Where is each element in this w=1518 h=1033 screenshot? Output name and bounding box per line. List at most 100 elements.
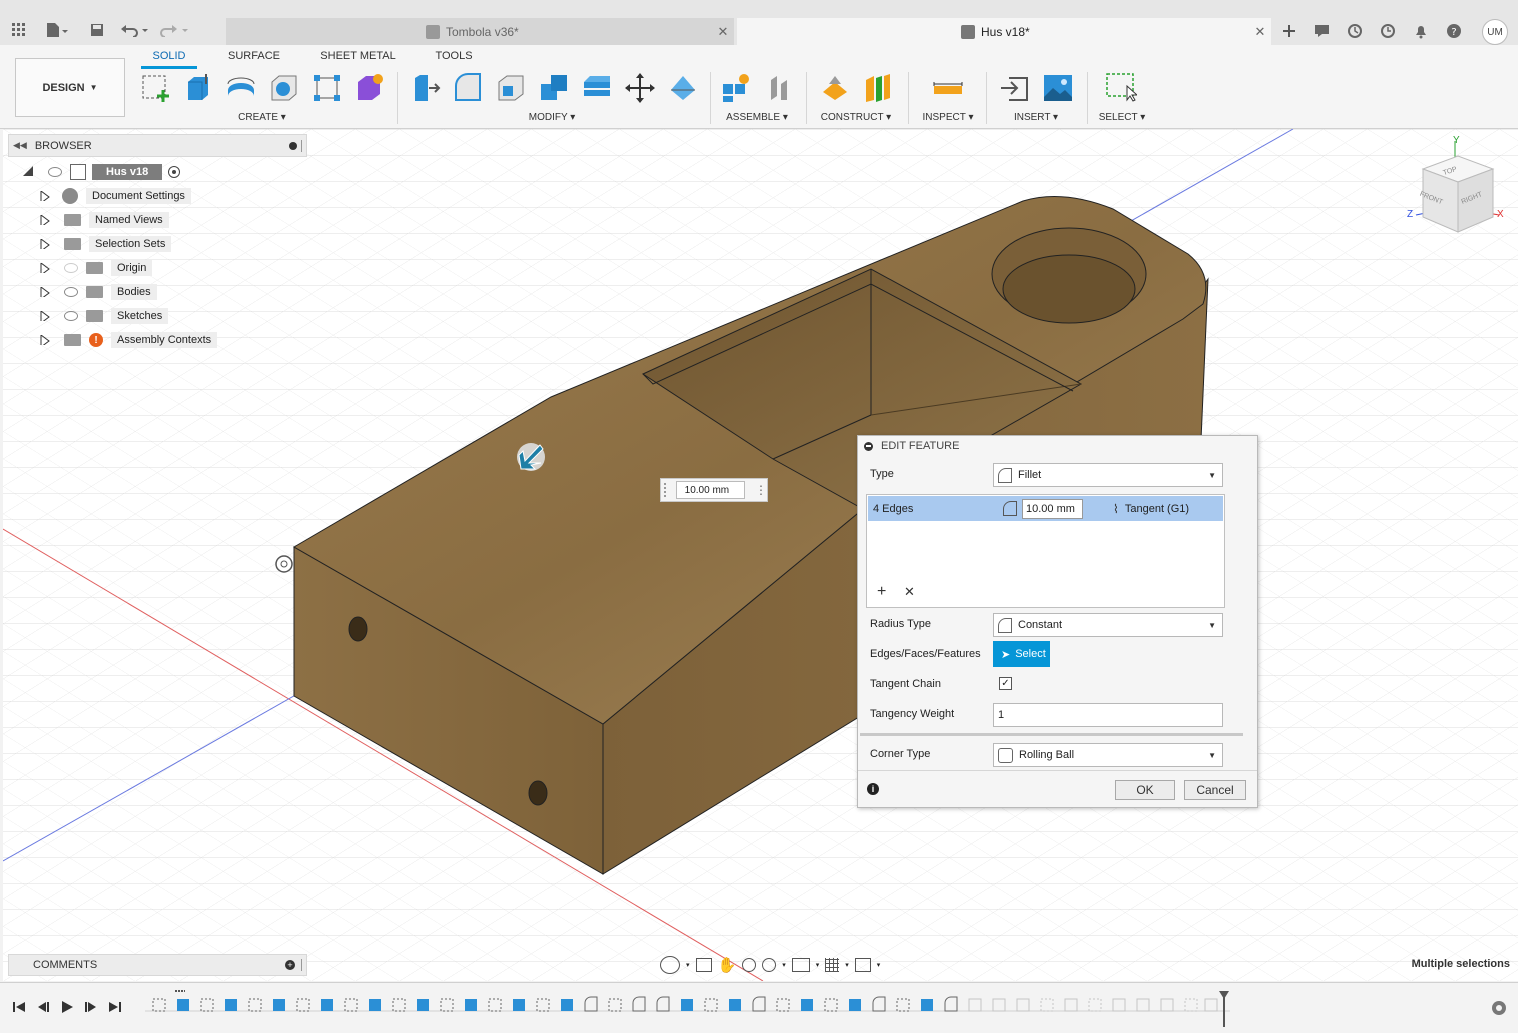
- redo-icon[interactable]: [158, 18, 192, 42]
- revolve-icon[interactable]: [225, 72, 257, 104]
- chamfer-icon[interactable]: [495, 72, 527, 104]
- activate-component-icon[interactable]: [168, 166, 181, 178]
- expand-triangle-icon[interactable]: [40, 311, 50, 321]
- resize-handle-icon[interactable]: [301, 959, 304, 971]
- edge-set-row[interactable]: 4 Edges 10.00 mm ⌇ Tangent (G1): [868, 496, 1223, 521]
- zoom-icon[interactable]: [762, 958, 777, 972]
- radius-hud-input[interactable]: 10.00 mm: [675, 481, 745, 499]
- browser-item-named-views[interactable]: Named Views: [40, 210, 169, 230]
- tab-tombola[interactable]: Tombola v36* ✕: [226, 18, 734, 45]
- visibility-eye-icon[interactable]: [64, 311, 78, 321]
- inspect-group-label[interactable]: INSPECT ▾: [918, 112, 978, 124]
- type-dropdown[interactable]: Fillet ▼: [993, 463, 1223, 487]
- display-settings-icon[interactable]: [791, 958, 810, 972]
- create-sketch-icon[interactable]: [139, 72, 171, 104]
- select-edges-button[interactable]: ➤ Select: [993, 641, 1050, 667]
- help-icon[interactable]: ?: [1442, 20, 1466, 42]
- corner-type-dropdown[interactable]: Rolling Ball ▼: [993, 743, 1223, 767]
- go-to-start-icon[interactable]: [12, 1000, 26, 1014]
- browser-item-selection-sets[interactable]: Selection Sets: [40, 234, 172, 254]
- user-avatar[interactable]: UM: [1482, 19, 1508, 45]
- insert-group-label[interactable]: INSERT ▾: [1006, 112, 1066, 124]
- sync-icon[interactable]: [1343, 20, 1367, 42]
- create-form-icon[interactable]: [354, 72, 386, 104]
- orbit-icon[interactable]: [660, 956, 680, 974]
- more-options-icon[interactable]: ⋮: [755, 483, 767, 497]
- canvas-viewport[interactable]: TOP FRONT RIGHT Y Z X: [3, 129, 1518, 981]
- shell-icon[interactable]: [581, 72, 613, 104]
- file-menu-icon[interactable]: [40, 18, 72, 42]
- play-icon[interactable]: [60, 1000, 74, 1014]
- collapse-panel-icon[interactable]: ◀◀: [13, 140, 27, 151]
- visibility-eye-icon[interactable]: [64, 287, 78, 297]
- job-status-icon[interactable]: [1376, 20, 1400, 42]
- midplane-icon[interactable]: [862, 72, 894, 104]
- browser-item-document-settings[interactable]: Document Settings: [40, 186, 191, 206]
- design-workspace-button[interactable]: DESIGN ▼: [15, 58, 125, 117]
- expand-triangle-icon[interactable]: [40, 239, 50, 249]
- split-face-icon[interactable]: [667, 72, 699, 104]
- cancel-button[interactable]: Cancel: [1184, 780, 1246, 800]
- expand-triangle-icon[interactable]: [40, 287, 50, 297]
- tangency-weight-input[interactable]: 1: [993, 703, 1223, 727]
- expand-triangle-icon[interactable]: [40, 263, 50, 273]
- dialog-header[interactable]: EDIT FEATURE: [858, 436, 1257, 456]
- drag-handle-icon[interactable]: [664, 483, 674, 497]
- zoom-window-icon[interactable]: [742, 958, 757, 972]
- browser-root-label[interactable]: Hus v18: [92, 164, 163, 180]
- step-forward-icon[interactable]: [84, 1000, 98, 1014]
- tab-hus[interactable]: Hus v18* ✕: [737, 18, 1271, 45]
- chat-icon[interactable]: [1310, 20, 1334, 42]
- continuity-value[interactable]: Tangent (G1): [1125, 503, 1189, 515]
- browser-item-assembly-contexts[interactable]: ! Assembly Contexts: [40, 330, 218, 350]
- add-edge-set-icon[interactable]: +: [877, 583, 886, 601]
- browser-root-row[interactable]: Hus v18: [22, 162, 181, 182]
- undo-icon[interactable]: [118, 18, 152, 42]
- look-at-icon[interactable]: [695, 958, 712, 972]
- joint-icon[interactable]: [763, 72, 795, 104]
- add-comment-icon[interactable]: +: [285, 960, 295, 970]
- app-grid-icon[interactable]: [8, 18, 30, 42]
- new-tab-icon[interactable]: [1277, 20, 1301, 42]
- insert-canvas-icon[interactable]: [1042, 72, 1074, 104]
- hole-icon[interactable]: [268, 72, 300, 104]
- grid-settings-icon[interactable]: [825, 958, 840, 972]
- remove-edge-set-icon[interactable]: ✕: [904, 584, 915, 600]
- measure-icon[interactable]: [932, 72, 964, 104]
- resize-handle-icon[interactable]: [301, 139, 304, 152]
- press-pull-icon[interactable]: [409, 72, 441, 104]
- edge-radius-input[interactable]: 10.00 mm: [1022, 498, 1083, 519]
- timeline-settings-gear-icon[interactable]: [1490, 999, 1508, 1017]
- info-icon[interactable]: i: [867, 783, 879, 795]
- collapse-triangle-icon[interactable]: [22, 165, 38, 180]
- browser-header[interactable]: ◀◀ BROWSER: [8, 134, 307, 157]
- extrude-icon[interactable]: [182, 72, 214, 104]
- close-icon[interactable]: ✕: [712, 24, 734, 40]
- construct-group-label[interactable]: CONSTRUCT ▾: [818, 112, 894, 124]
- collapse-dialog-icon[interactable]: [864, 441, 873, 451]
- hidden-eye-icon[interactable]: [64, 263, 78, 273]
- pin-icon[interactable]: [289, 141, 297, 150]
- tab-sheet-metal[interactable]: SHEET METAL: [312, 50, 404, 66]
- viewports-icon[interactable]: [854, 958, 871, 972]
- tab-solid[interactable]: SOLID: [141, 50, 197, 66]
- offset-plane-icon[interactable]: [819, 72, 851, 104]
- notifications-icon[interactable]: [1409, 20, 1433, 42]
- timeline-marker[interactable]: [1219, 991, 1229, 1027]
- pattern-icon[interactable]: [311, 72, 343, 104]
- browser-item-sketches[interactable]: Sketches: [40, 306, 169, 326]
- select-group-label[interactable]: SELECT ▾: [1092, 112, 1152, 124]
- radius-type-dropdown[interactable]: Constant ▼: [993, 613, 1223, 637]
- assemble-group-label[interactable]: ASSEMBLE ▾: [722, 112, 792, 124]
- close-icon[interactable]: ✕: [1249, 24, 1271, 40]
- ok-button[interactable]: OK: [1115, 780, 1175, 800]
- pan-icon[interactable]: ✋: [718, 956, 737, 974]
- save-icon[interactable]: [86, 18, 108, 42]
- expand-triangle-icon[interactable]: [40, 335, 50, 345]
- browser-item-origin[interactable]: Origin: [40, 258, 153, 278]
- fillet-icon[interactable]: [452, 72, 484, 104]
- combine-icon[interactable]: [538, 72, 570, 104]
- timeline-features[interactable]: [145, 987, 1240, 1029]
- go-to-end-icon[interactable]: [108, 1000, 122, 1014]
- create-group-label[interactable]: CREATE ▾: [226, 112, 298, 124]
